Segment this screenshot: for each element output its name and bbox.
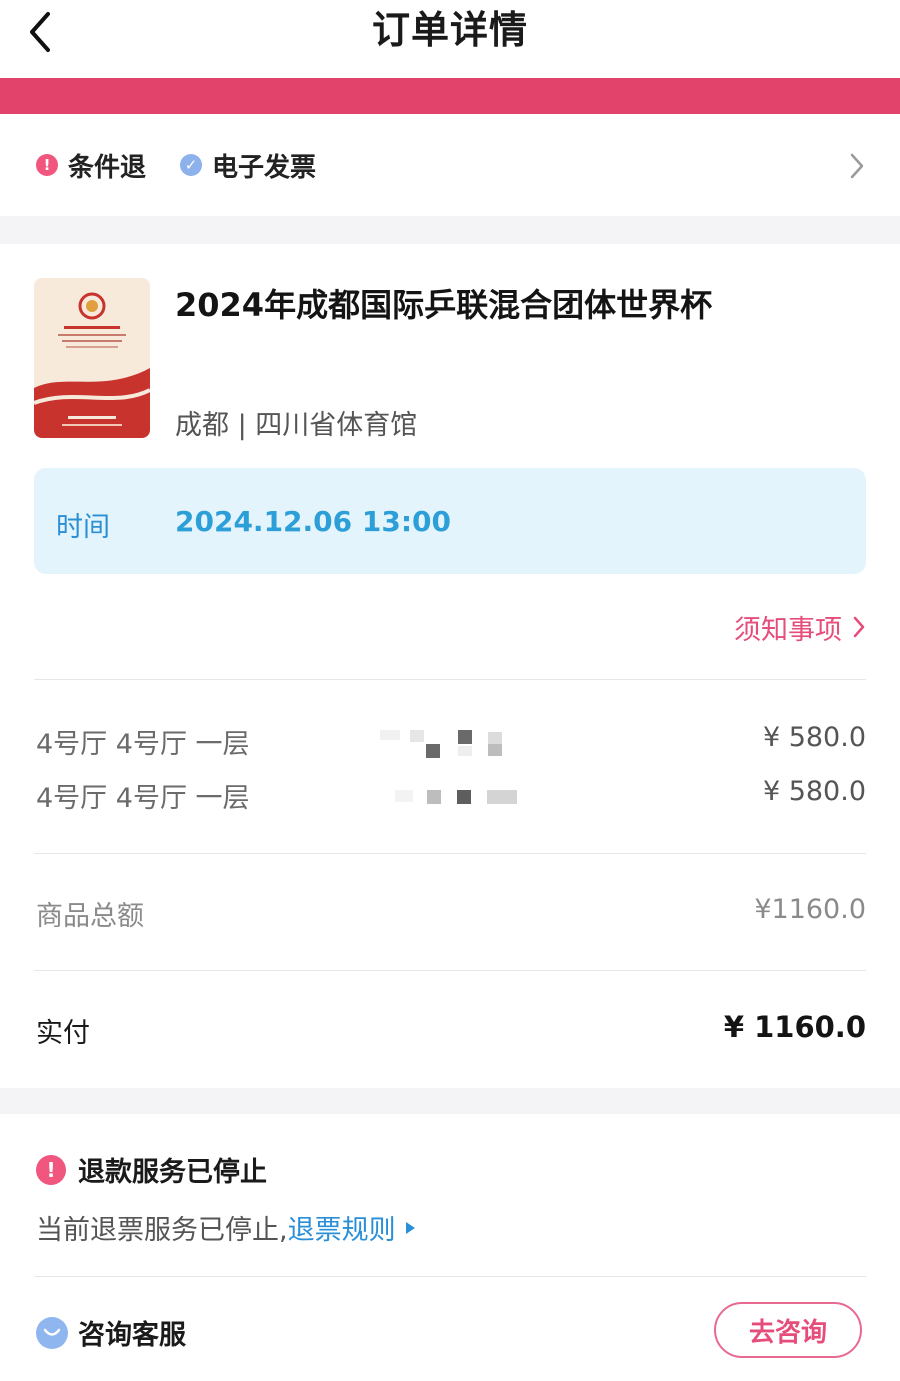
ticket-seat: 4号厅 4号厅 一层 (36, 729, 250, 760)
refund-title-text: 退款服务已停止 (78, 1157, 267, 1188)
refund-description: 当前退票服务已停止, 退票规则 (36, 1208, 415, 1247)
refund-status-title: ! 退款服务已停止 (36, 1150, 267, 1189)
ticket-price: ¥ 580.0 (762, 776, 866, 807)
event-venue: 成都 | 四川省体育馆 (175, 410, 418, 441)
ticket-price: ¥ 580.0 (762, 722, 866, 753)
divider (34, 679, 866, 680)
refund-rules-link[interactable]: 退票规则 (288, 1208, 396, 1247)
page-title: 订单详情 (371, 8, 528, 52)
ticket-seat: 4号厅 4号厅 一层 (36, 783, 250, 814)
divider (34, 1276, 866, 1277)
notice-link-label: 须知事项 (734, 614, 842, 646)
tag-e-invoice: ✓ 电子发票 (180, 150, 316, 183)
consult-label: 咨询客服 (78, 1320, 186, 1351)
redacted-seat-mosaic (380, 728, 510, 758)
status-color-bar (0, 78, 900, 114)
chat-bubble-icon (36, 1316, 68, 1349)
consult-button[interactable]: 去咨询 (714, 1302, 862, 1358)
section-divider (0, 216, 900, 244)
refund-desc-text: 当前退票服务已停止, (36, 1215, 288, 1246)
tag-conditional-refund: ! 条件退 (36, 150, 146, 183)
time-value: 2024.12.06 13:00 (175, 505, 452, 538)
paid-value: ¥ 1160.0 (723, 1010, 866, 1044)
section-divider (0, 1088, 900, 1114)
tag-label: 电子发票 (212, 152, 317, 183)
chevron-right-icon[interactable] (848, 152, 866, 180)
tag-label: 条件退 (68, 152, 147, 183)
event-poster[interactable] (34, 278, 150, 438)
divider (34, 970, 866, 971)
chevron-right-icon (853, 616, 865, 638)
customer-service-row: 咨询客服 (36, 1313, 186, 1352)
divider (34, 853, 866, 854)
event-title[interactable]: 2024年成都国际乒联混合团体世界杯 (175, 280, 875, 326)
check-badge-icon: ✓ (180, 154, 202, 176)
subtotal-label: 商品总额 (36, 901, 144, 932)
subtotal-value: ¥1160.0 (754, 894, 866, 925)
paid-label: 实付 (36, 1018, 90, 1049)
redacted-seat-mosaic (395, 782, 525, 812)
time-label: 时间 (56, 512, 110, 543)
exclamation-icon: ! (36, 1154, 66, 1185)
exclamation-icon: ! (36, 154, 58, 176)
notice-link[interactable]: 须知事项 (734, 610, 866, 646)
triangle-right-icon (405, 1221, 415, 1234)
